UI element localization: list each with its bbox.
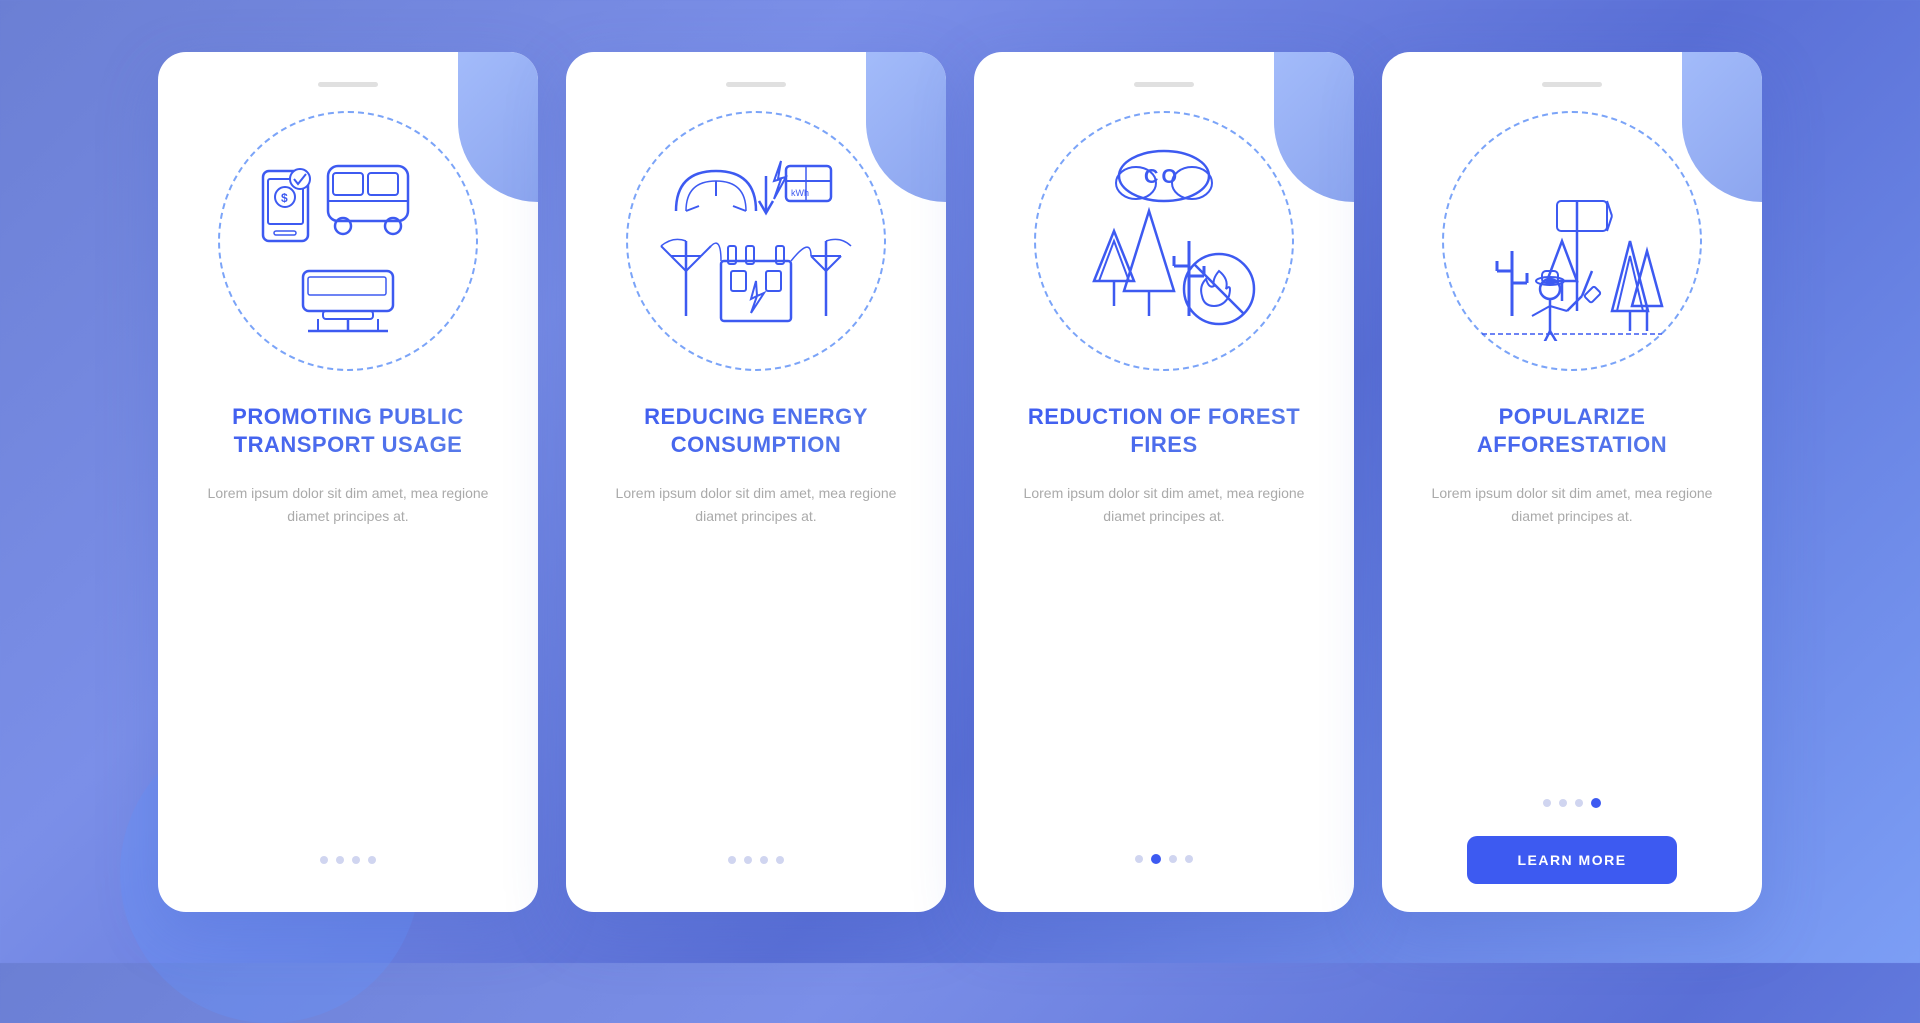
illustration-circle-forest: CO — [1034, 111, 1294, 371]
learn-more-button[interactable]: LEARN MORE — [1467, 836, 1676, 884]
top-bar-indicator-2 — [726, 82, 786, 87]
svg-text:kWh: kWh — [791, 188, 809, 198]
dot-2[interactable] — [1559, 799, 1567, 807]
card-body-transport: Lorem ipsum dolor sit dim amet, mea regi… — [186, 482, 510, 836]
energy-illustration: kWh — [656, 141, 856, 341]
svg-text:$: $ — [281, 191, 288, 205]
card-body-energy: Lorem ipsum dolor sit dim amet, mea regi… — [594, 482, 918, 836]
top-bar-indicator — [318, 82, 378, 87]
transport-icon-svg: $ — [248, 141, 448, 341]
illustration-circle-afforestation — [1442, 111, 1702, 371]
forest-icon-svg: CO — [1064, 141, 1264, 341]
card-accent-decoration-2 — [866, 52, 946, 202]
dot-2[interactable] — [744, 856, 752, 864]
dot-2[interactable] — [336, 856, 344, 864]
card-forest: CO — [974, 52, 1354, 912]
svg-text:CO: CO — [1144, 166, 1180, 188]
top-bar-indicator-4 — [1542, 82, 1602, 87]
pagination-dots-energy — [728, 856, 784, 864]
dot-1[interactable] — [1543, 799, 1551, 807]
card-title-forest: REDUCTION OF FOREST FIRES — [1002, 403, 1326, 460]
card-accent-decoration — [458, 52, 538, 202]
cards-container: $ — [158, 52, 1762, 912]
card-afforestation: POPULARIZE AFFORESTATION Lorem ipsum dol… — [1382, 52, 1762, 912]
dot-3[interactable] — [1169, 855, 1177, 863]
card-accent-decoration-3 — [1274, 52, 1354, 202]
afforestation-icon-svg — [1472, 141, 1672, 341]
top-bar-indicator-3 — [1134, 82, 1194, 87]
pagination-dots-forest — [1135, 854, 1193, 864]
dot-1[interactable] — [1135, 855, 1143, 863]
afforestation-illustration — [1472, 141, 1672, 341]
dot-3[interactable] — [352, 856, 360, 864]
dot-1[interactable] — [728, 856, 736, 864]
dot-4[interactable] — [368, 856, 376, 864]
pagination-dots-afforestation — [1543, 798, 1601, 808]
card-title-transport: PROMOTING PUBLIC TRANSPORT USAGE — [186, 403, 510, 460]
dot-4[interactable] — [776, 856, 784, 864]
dot-2-active[interactable] — [1151, 854, 1161, 864]
illustration-circle-energy: kWh — [626, 111, 886, 371]
card-body-afforestation: Lorem ipsum dolor sit dim amet, mea regi… — [1410, 482, 1734, 778]
card-transport: $ — [158, 52, 538, 912]
card-title-energy: REDUCING ENERGY CONSUMPTION — [594, 403, 918, 460]
dot-3[interactable] — [760, 856, 768, 864]
card-energy: kWh — [566, 52, 946, 912]
forest-illustration: CO — [1064, 141, 1264, 341]
dot-4[interactable] — [1185, 855, 1193, 863]
dot-4-active[interactable] — [1591, 798, 1601, 808]
card-accent-decoration-4 — [1682, 52, 1762, 202]
dot-1[interactable] — [320, 856, 328, 864]
energy-icon-svg: kWh — [656, 141, 856, 341]
pagination-dots-transport — [320, 856, 376, 864]
dot-3[interactable] — [1575, 799, 1583, 807]
card-body-forest: Lorem ipsum dolor sit dim amet, mea regi… — [1002, 482, 1326, 834]
illustration-circle-transport: $ — [218, 111, 478, 371]
card-title-afforestation: POPULARIZE AFFORESTATION — [1410, 403, 1734, 460]
transport-illustration: $ — [248, 141, 448, 341]
